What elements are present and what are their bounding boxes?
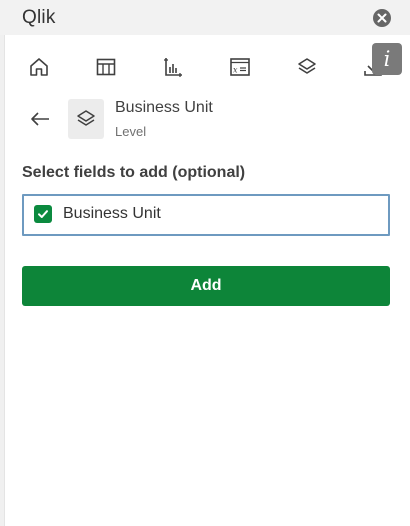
app-title: Qlik	[22, 7, 56, 28]
add-button[interactable]: Add	[22, 266, 390, 306]
bar-chart-icon[interactable]	[162, 56, 184, 78]
fields-section-label: Select fields to add (optional)	[22, 164, 246, 181]
close-icon	[377, 13, 387, 23]
layers-icon[interactable]	[296, 56, 318, 78]
home-icon[interactable]	[28, 56, 50, 78]
close-button[interactable]	[373, 9, 391, 27]
item-type-icon-box	[68, 99, 104, 139]
info-icon: i	[383, 47, 391, 71]
checkbox-checked[interactable]	[34, 205, 52, 223]
arrow-left-icon	[31, 112, 49, 126]
item-name: Business Unit	[115, 99, 213, 116]
svg-text:x: x	[233, 66, 238, 75]
checkmark-icon	[38, 210, 48, 218]
item-type: Level	[115, 124, 147, 139]
layers-icon	[77, 110, 95, 126]
add-button-label: Add	[190, 277, 222, 294]
toolbar: x	[0, 44, 410, 90]
table-icon[interactable]	[95, 56, 117, 78]
title-bar: Qlik	[0, 0, 410, 35]
formula-icon[interactable]: x	[229, 56, 251, 78]
back-button[interactable]	[28, 108, 52, 130]
info-button[interactable]: i	[372, 43, 402, 75]
field-option-business-unit[interactable]: Business Unit	[22, 194, 390, 236]
field-option-label: Business Unit	[63, 205, 161, 222]
